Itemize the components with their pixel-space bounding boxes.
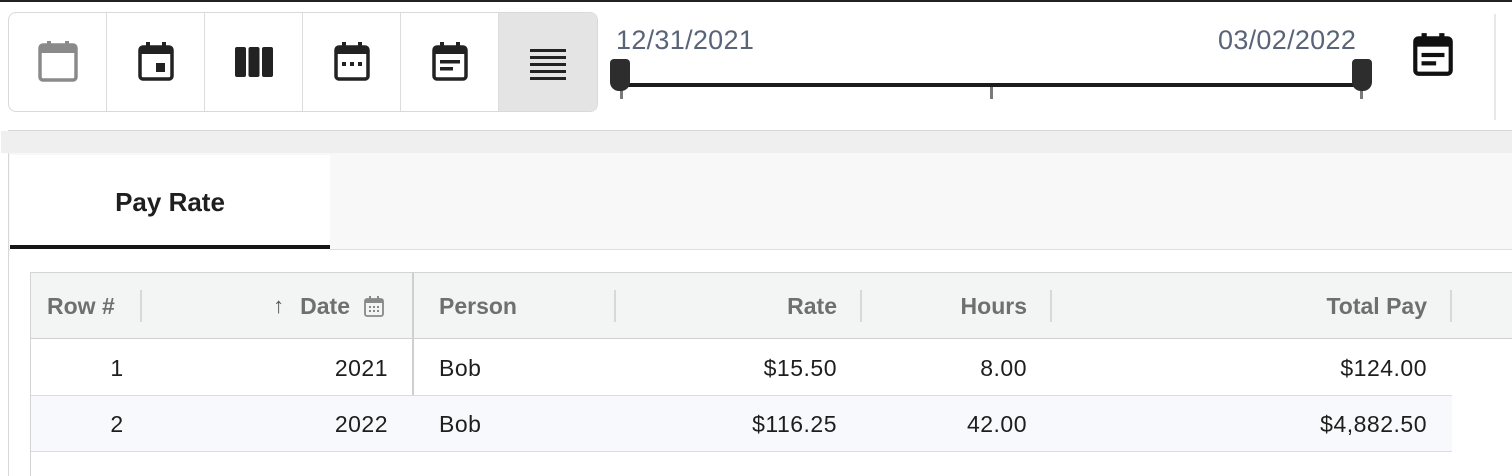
cell-rate: $116.25 [752,410,837,437]
cell-rate: $15.50 [763,354,837,381]
active-tab-indicator [10,245,330,249]
tab-pay-rate[interactable]: Pay Rate [10,155,330,250]
cell-total-pay: $124.00 [1340,354,1427,381]
cell-hours: 42.00 [966,410,1027,437]
view-list-button[interactable] [499,13,597,111]
column-separator[interactable] [860,290,862,322]
view-month-button[interactable] [303,13,401,111]
calendar-today-icon [137,42,174,81]
column-header-row-number[interactable]: Row # [47,273,141,339]
cell-person: Bob [439,410,482,437]
column-separator[interactable] [140,290,142,322]
panel-header [1,131,1512,153]
cell-total-pay: $4,882.50 [1320,410,1427,437]
range-end-date: 03/02/2022 [1218,25,1357,55]
toolbar-divider [1494,14,1496,120]
range-end-handle[interactable] [1352,59,1372,91]
cell-date: 2022 [334,410,388,437]
slider-tick [990,87,993,99]
top-border [0,0,1512,2]
range-start-date: 12/31/2021 [616,25,755,55]
column-header-hours[interactable]: Hours [866,273,1027,339]
column-separator[interactable] [1450,290,1452,322]
calendar-agenda-icon [431,42,468,81]
calendar-agenda-icon[interactable] [1408,30,1458,80]
column-header-person[interactable]: Person [439,273,609,339]
week-columns-icon [234,47,273,77]
view-week-button[interactable] [205,13,303,111]
cell-person: Bob [439,354,482,381]
cell-hours: 8.00 [980,354,1027,381]
view-switcher [8,12,598,112]
calendar-month-icon [333,42,370,81]
column-separator[interactable] [1050,290,1052,322]
view-day-button[interactable] [107,13,205,111]
column-header-date[interactable]: ↑ Date [150,273,386,339]
list-view-icon [530,49,566,80]
view-agenda-button[interactable] [401,13,499,111]
column-separator[interactable] [614,290,616,322]
column-header-date-label: Date [300,292,350,319]
column-header-total-pay[interactable]: Total Pay [1056,273,1427,339]
calendar-blank-icon [37,41,78,82]
range-start-handle[interactable] [610,59,630,91]
calendar-icon[interactable] [362,294,386,318]
cell-date: 2021 [334,354,388,381]
sort-ascending-icon: ↑ [273,293,285,318]
column-header-rate[interactable]: Rate [620,273,837,339]
view-blank-calendar-button[interactable] [9,13,107,111]
